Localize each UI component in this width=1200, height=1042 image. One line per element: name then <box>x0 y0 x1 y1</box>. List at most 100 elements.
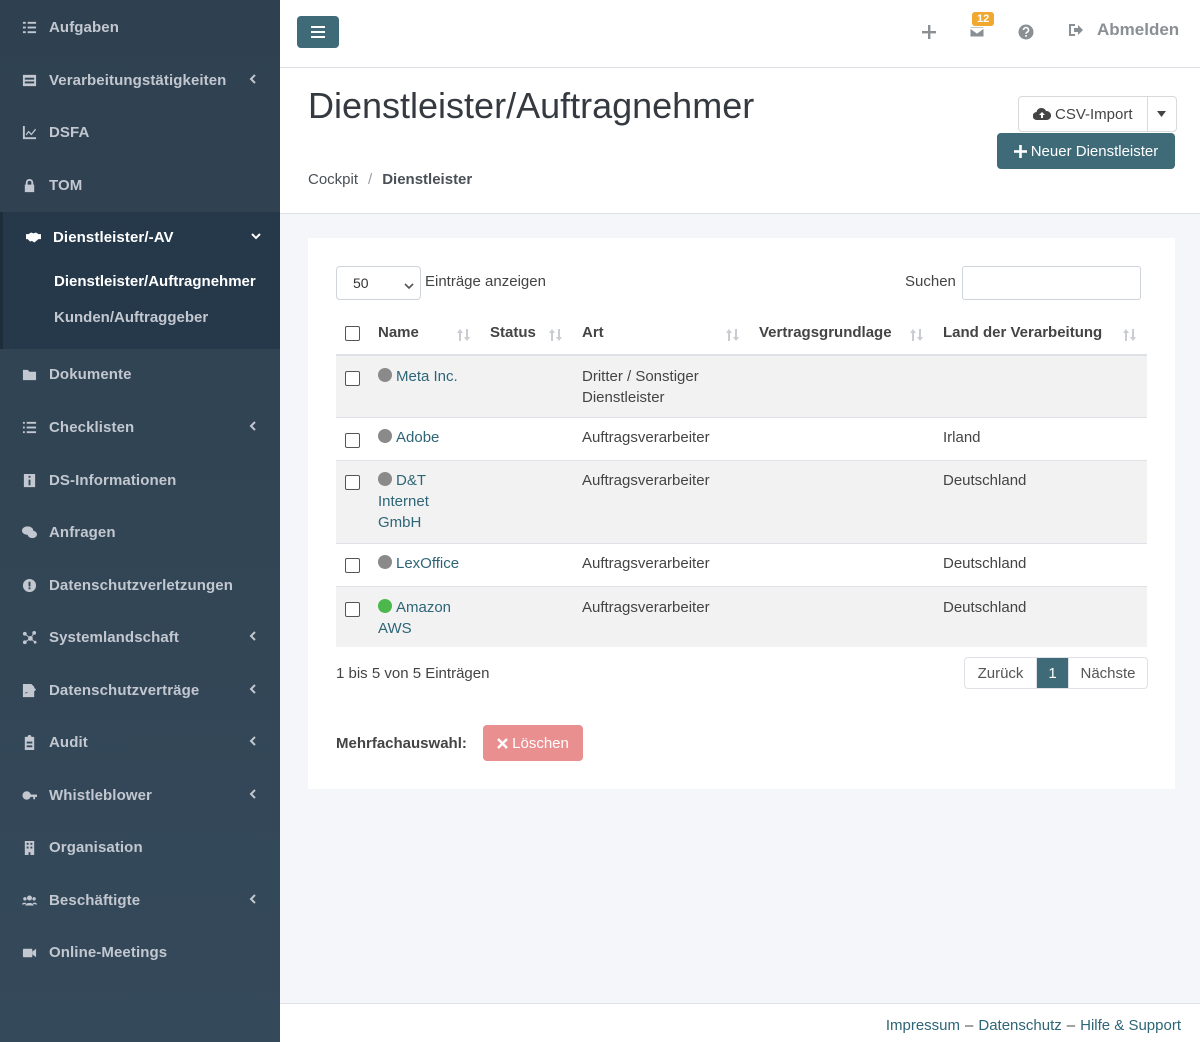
sidebar-item-dsfa[interactable]: DSFA <box>0 112 280 152</box>
table-row: LexOffice Auftragsverarbeiter Deutschlan… <box>336 544 1147 587</box>
footer-link-datenschutz[interactable]: Datenschutz <box>978 1017 1061 1034</box>
name-cell: LexOffice <box>378 553 468 574</box>
row-checkbox[interactable] <box>345 475 360 490</box>
menu-toggle-button[interactable] <box>297 16 339 48</box>
name-cell: Meta Inc. <box>378 366 468 387</box>
sidebar-subitem-kunden-auftraggeber[interactable]: Kunden/Auftraggeber <box>54 309 208 326</box>
csv-import-dropdown-toggle[interactable] <box>1148 97 1176 131</box>
table-row: Meta Inc. Dritter / Sonstiger Dienstleis… <box>336 356 1147 418</box>
caret-down-icon <box>1157 111 1167 117</box>
column-header-land[interactable]: Land der Verarbeitung <box>943 324 1102 341</box>
name-cell: Adobe <box>378 427 468 448</box>
sidebar-item-dokumente[interactable]: Dokumente <box>0 354 280 394</box>
sidebar-item-organisation[interactable]: Organisation <box>0 827 280 867</box>
chevron-left-icon <box>246 72 260 86</box>
sign-out-icon <box>1068 22 1097 38</box>
row-checkbox[interactable] <box>345 433 360 448</box>
footer-link-impressum[interactable]: Impressum <box>886 1017 960 1034</box>
cloud-upload-icon <box>1033 107 1055 121</box>
land-cell: Deutschland <box>943 555 1027 572</box>
sidebar-item-label: Whistleblower <box>49 786 152 804</box>
pagination-prev-button[interactable]: Zurück <box>965 658 1037 688</box>
pagination-next-button[interactable]: Nächste <box>1068 658 1147 688</box>
breadcrumb: Cockpit / Dienstleister <box>308 171 472 188</box>
building-icon <box>20 838 38 856</box>
sidebar-item-label: Aufgaben <box>49 18 119 36</box>
art-cell: Auftragsverarbeiter <box>582 599 710 616</box>
sidebar-item-systemlandschaft[interactable]: Systemlandschaft <box>0 617 280 657</box>
dienstleister-table-card: 50 Einträge anzeigen Suchen Name Status … <box>308 238 1175 789</box>
csv-import-group: CSV-Import <box>1018 96 1177 132</box>
column-header-vertragsgrundlage[interactable]: Vertragsgrundlage <box>759 324 892 341</box>
sidebar-item-label: Online-Meetings <box>49 943 168 961</box>
sidebar-subitem-dienstleister-auftragnehmer[interactable]: Dienstleister/Auftragnehmer <box>54 273 256 290</box>
dienstleister-link[interactable]: Adobe <box>396 429 439 446</box>
art-cell: Dritter / Sonstiger Dienstleister <box>582 368 699 406</box>
lock-icon <box>20 176 38 194</box>
dienstleister-link[interactable]: LexOffice <box>396 555 459 572</box>
sidebar-item-datenschutzvertraege[interactable]: Datenschutzverträge <box>0 670 280 710</box>
new-dienstleister-button[interactable]: Neuer Dienstleister <box>997 133 1175 169</box>
row-checkbox[interactable] <box>345 371 360 386</box>
select-all-checkbox[interactable] <box>345 326 360 341</box>
info-icon <box>20 471 38 489</box>
users-icon <box>20 891 38 909</box>
sidebar-item-checklisten[interactable]: Checklisten <box>0 407 280 447</box>
sidebar-item-label: TOM <box>49 176 83 194</box>
row-checkbox[interactable] <box>345 558 360 573</box>
sidebar-item-audit[interactable]: Audit <box>0 722 280 762</box>
page-length-select[interactable]: 50 <box>336 266 421 300</box>
csv-import-button[interactable]: CSV-Import <box>1019 97 1148 131</box>
sidebar-item-whistleblower[interactable]: Whistleblower <box>0 775 280 815</box>
sidebar-item-label: Checklisten <box>49 418 135 436</box>
sidebar-item-ds-informationen[interactable]: DS-Informationen <box>0 460 280 500</box>
sidebar-item-label: DSFA <box>49 123 90 141</box>
land-cell: Irland <box>943 429 981 446</box>
sort-icon[interactable] <box>726 328 740 342</box>
sort-icon[interactable] <box>457 328 471 342</box>
sidebar-item-label: Anfragen <box>49 523 116 541</box>
sidebar-item-aufgaben[interactable]: Aufgaben <box>0 7 280 47</box>
hamburger-icon <box>311 26 325 38</box>
sidebar-item-beschaeftigte[interactable]: Beschäftigte <box>0 880 280 920</box>
list-check-icon <box>20 18 38 36</box>
status-dot <box>378 599 392 613</box>
footer: Impressum – Datenschutz – Hilfe & Suppor… <box>280 1003 1200 1042</box>
table-info: 1 bis 5 von 5 Einträgen <box>336 665 490 682</box>
sidebar-item-label: Beschäftigte <box>49 891 141 909</box>
exclamation-circle-icon <box>20 576 38 594</box>
sidebar-item-anfragen[interactable]: Anfragen <box>0 512 280 552</box>
key-icon <box>20 786 38 804</box>
row-checkbox[interactable] <box>345 602 360 617</box>
sidebar-item-dienstleister-av[interactable]: Dienstleister/-AV <box>3 217 283 257</box>
chevron-left-icon <box>246 629 260 643</box>
sort-icon[interactable] <box>1123 328 1137 342</box>
art-cell: Auftragsverarbeiter <box>582 555 710 572</box>
dienstleister-link[interactable]: Meta Inc. <box>396 368 458 385</box>
logout-button[interactable]: Abmelden <box>1068 20 1179 40</box>
sort-icon[interactable] <box>549 328 563 342</box>
sidebar-item-online-meetings[interactable]: Online-Meetings <box>0 932 280 972</box>
column-header-art[interactable]: Art <box>582 324 604 341</box>
pagination-page-button[interactable]: 1 <box>1037 658 1068 688</box>
page-length-value: 50 <box>353 275 369 291</box>
footer-link-hilfe[interactable]: Hilfe & Support <box>1080 1017 1181 1034</box>
question-circle-icon[interactable] <box>1016 22 1036 42</box>
sort-icon[interactable] <box>910 328 924 342</box>
pagination: Zurück 1 Nächste <box>964 657 1148 689</box>
breadcrumb-cockpit[interactable]: Cockpit <box>308 171 358 188</box>
column-header-name[interactable]: Name <box>378 324 419 341</box>
land-cell: Deutschland <box>943 599 1027 616</box>
bulk-delete-button[interactable]: Löschen <box>483 725 583 761</box>
breadcrumb-separator: / <box>368 171 373 188</box>
search-input[interactable] <box>962 266 1141 300</box>
footer-separator: – <box>965 1017 974 1034</box>
sidebar-item-tom[interactable]: TOM <box>0 165 280 205</box>
sidebar-item-verarbeitungstaetigkeiten[interactable]: Verarbeitungstätigkeiten <box>0 60 280 100</box>
sidebar-item-label: Audit <box>49 733 88 751</box>
table-row: D&T Internet GmbH Auftragsverarbeiter De… <box>336 461 1147 544</box>
name-cell: Amazon AWS <box>378 597 460 639</box>
column-header-status[interactable]: Status <box>490 324 536 341</box>
sidebar-item-datenschutzverletzungen[interactable]: Datenschutzverletzungen <box>0 565 280 605</box>
plus-icon[interactable] <box>919 22 939 42</box>
